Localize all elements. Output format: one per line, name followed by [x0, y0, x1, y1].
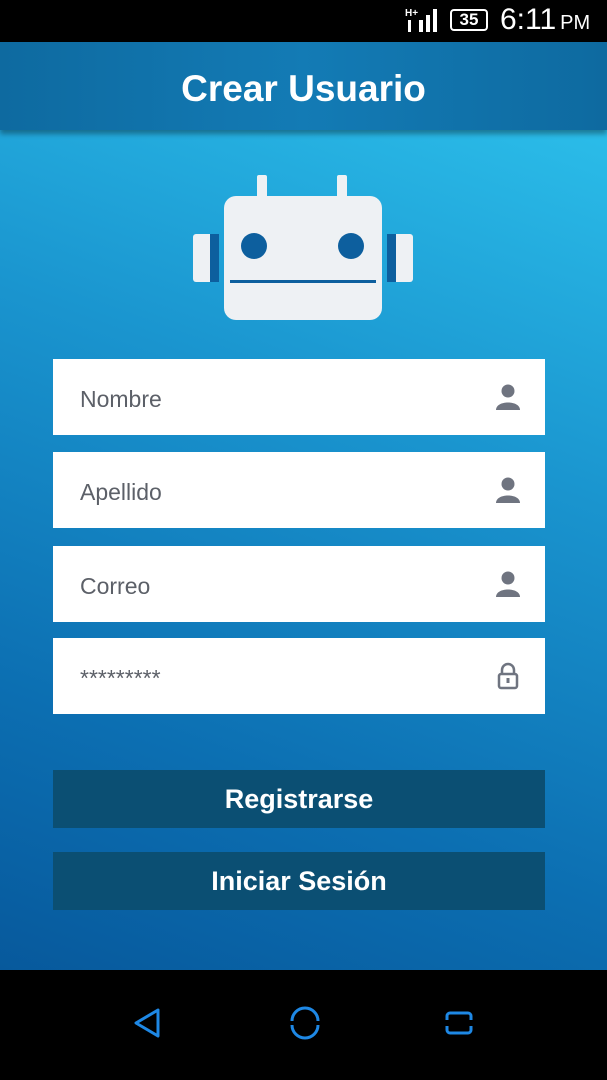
clock-time: 6:11: [500, 3, 557, 36]
clock-ampm: PM: [560, 12, 591, 34]
name-input[interactable]: Nombre: [80, 359, 162, 435]
status-bar: H+ 35 6:11 PM: [0, 0, 607, 42]
name-field[interactable]: Nombre: [53, 359, 545, 435]
clock: 6:11 PM: [500, 3, 590, 37]
app-bar: Crear Usuario: [0, 42, 607, 130]
password-field[interactable]: *********: [53, 638, 545, 714]
signal-icon: H+: [405, 8, 437, 32]
password-input[interactable]: *********: [80, 638, 161, 714]
recents-icon[interactable]: [441, 1005, 477, 1041]
register-button[interactable]: Registrarse: [53, 770, 545, 828]
user-icon: [496, 384, 520, 410]
home-icon[interactable]: [287, 1005, 323, 1041]
battery-level: 35: [450, 9, 488, 31]
login-button[interactable]: Iniciar Sesión: [53, 852, 545, 910]
robot-logo: [193, 175, 413, 320]
email-input[interactable]: Correo: [80, 546, 150, 622]
lastname-field[interactable]: Apellido: [53, 452, 545, 528]
lock-icon: [497, 662, 519, 690]
lastname-input[interactable]: Apellido: [80, 452, 162, 528]
navigation-bar: [0, 970, 607, 1080]
app-screen: Crear Usuario Nombre Apellido Correo ***…: [0, 42, 607, 970]
svg-text:H+: H+: [405, 8, 418, 19]
back-icon[interactable]: [130, 1005, 166, 1041]
page-title: Crear Usuario: [181, 68, 426, 109]
user-icon: [496, 571, 520, 597]
user-icon: [496, 477, 520, 503]
email-field[interactable]: Correo: [53, 546, 545, 622]
